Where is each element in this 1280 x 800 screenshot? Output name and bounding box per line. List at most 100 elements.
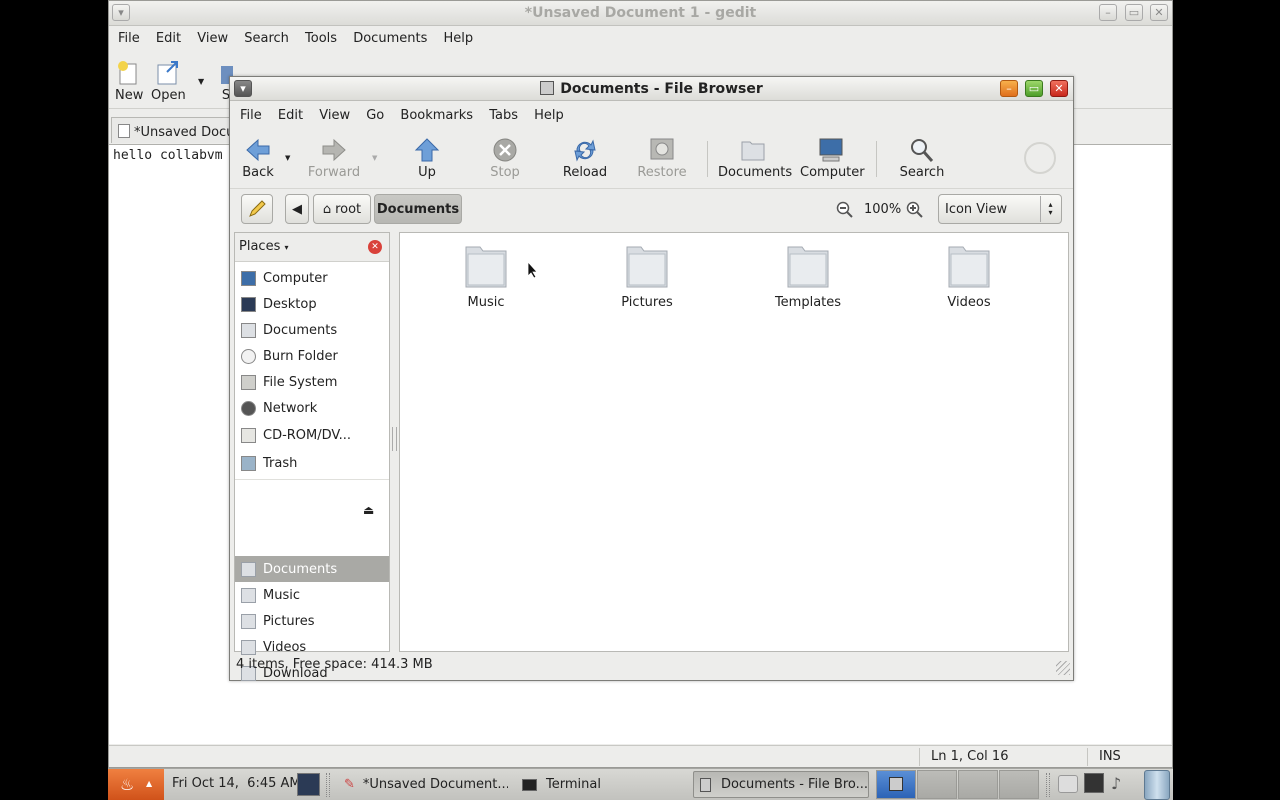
- back-history-arrow-icon[interactable]: ▼: [285, 154, 290, 162]
- task-terminal[interactable]: Terminal: [516, 771, 686, 798]
- close-icon[interactable]: ✕: [1150, 4, 1168, 21]
- new-document-icon: [118, 61, 137, 85]
- folder-icon: [948, 246, 990, 288]
- menu-help[interactable]: Help: [528, 104, 570, 123]
- menu-view[interactable]: View: [313, 104, 356, 123]
- computer-button[interactable]: Computer: [800, 137, 865, 180]
- open-button[interactable]: Open: [151, 60, 186, 103]
- workspace-1[interactable]: [876, 770, 916, 799]
- up-arrow-icon: [414, 138, 440, 162]
- documents-button[interactable]: Documents: [718, 137, 792, 180]
- insert-mode: INS: [1099, 749, 1121, 764]
- pane-splitter[interactable]: [392, 427, 397, 451]
- task-file-browser[interactable]: Documents - File Bro...: [693, 771, 869, 798]
- forward-arrow-icon: [322, 138, 346, 162]
- forward-button[interactable]: Forward: [306, 137, 362, 180]
- sidebar-item-computer[interactable]: Computer: [235, 265, 389, 291]
- document-tab[interactable]: *Unsaved Docum: [111, 117, 236, 143]
- dropdown-arrow-icon: ▾: [284, 243, 289, 252]
- start-menu-button[interactable]: ♨ ▲: [108, 769, 164, 800]
- folder-item-label: Templates: [774, 295, 842, 310]
- maximize-icon[interactable]: ▭: [1125, 4, 1143, 21]
- trash-icon: [241, 455, 256, 471]
- menu-file[interactable]: File: [230, 104, 268, 123]
- places-sidebar: Places ▾ ✕ Computer Desktop Documents Burn …: [234, 232, 390, 681]
- up-button[interactable]: Up: [412, 137, 442, 180]
- file-browser-title: Documents - File Browser: [560, 81, 763, 97]
- search-button[interactable]: Search: [898, 137, 946, 180]
- sidebar-item-file-system[interactable]: File System: [235, 369, 389, 395]
- file-browser-titlebar[interactable]: ▾ Documents - File Browser – ▭ ✕: [230, 77, 1073, 101]
- show-desktop-icon[interactable]: [297, 773, 320, 796]
- zoom-level[interactable]: 100%: [864, 202, 901, 217]
- menu-search[interactable]: Search: [238, 27, 295, 46]
- edit-location-button[interactable]: [241, 194, 273, 224]
- file-browser-status: 4 items, Free space: 414.3 MB: [236, 657, 433, 672]
- open-label: Open: [151, 88, 186, 103]
- stop-icon: [493, 138, 517, 162]
- sidebar-item-network[interactable]: Network: [235, 395, 389, 421]
- menu-tools[interactable]: Tools: [299, 27, 343, 46]
- folder-item-videos[interactable]: Videos: [909, 241, 1029, 310]
- sidebar-item-trash[interactable]: Trash: [235, 450, 389, 476]
- menu-help[interactable]: Help: [437, 27, 479, 46]
- menu-edit[interactable]: Edit: [150, 27, 187, 46]
- network-status-icon[interactable]: [1084, 773, 1104, 793]
- bookmark-item-music[interactable]: Music: [235, 582, 389, 608]
- sidebar-item-documents[interactable]: Documents: [235, 317, 389, 343]
- folder-item-templates[interactable]: Templates: [748, 241, 868, 310]
- resize-grip-icon[interactable]: [1056, 661, 1070, 675]
- folder-item-pictures[interactable]: Pictures: [587, 241, 707, 310]
- restore-button[interactable]: Restore: [636, 137, 688, 180]
- computer-icon: [819, 138, 843, 162]
- tray-separator: [1046, 773, 1050, 797]
- zoom-in-icon[interactable]: [906, 201, 924, 223]
- new-button[interactable]: New: [115, 60, 143, 103]
- close-icon[interactable]: ✕: [1050, 80, 1068, 97]
- minimize-icon[interactable]: –: [1000, 80, 1018, 97]
- bookmark-item-pictures[interactable]: Pictures: [235, 608, 389, 634]
- taskbar: ♨ ▲ Fri Oct 14, 6:45 AM ✎ *Unsaved Docume…: [108, 768, 1173, 800]
- path-left-arrow[interactable]: ◀: [285, 194, 309, 224]
- close-sidebar-icon[interactable]: ✕: [368, 240, 382, 254]
- menu-tabs[interactable]: Tabs: [483, 104, 524, 123]
- computer-icon: [241, 270, 256, 286]
- places-dropdown[interactable]: Places ▾: [239, 239, 289, 254]
- forward-history-arrow-icon[interactable]: ▼: [372, 154, 377, 162]
- menu-edit[interactable]: Edit: [272, 104, 309, 123]
- menu-bookmarks[interactable]: Bookmarks: [394, 104, 479, 123]
- sidebar-item-cd-rom-dv[interactable]: CD-ROM/DV...: [235, 422, 389, 448]
- minimize-icon[interactable]: –: [1099, 4, 1117, 21]
- menu-go[interactable]: Go: [360, 104, 390, 123]
- spin-arrows-icon: ▴ ▾: [1040, 196, 1060, 222]
- path-documents-button[interactable]: Documents: [374, 194, 462, 224]
- menu-file[interactable]: File: [109, 27, 146, 46]
- workspace-3[interactable]: [958, 770, 998, 799]
- printer-icon[interactable]: [1058, 775, 1078, 793]
- stop-button[interactable]: Stop: [488, 137, 522, 180]
- trash-icon[interactable]: [1144, 770, 1170, 800]
- eject-icon[interactable]: ⏏: [363, 503, 374, 517]
- sidebar-item-burn-folder[interactable]: Burn Folder: [235, 343, 389, 369]
- task-gedit[interactable]: ✎ *Unsaved Document...: [338, 771, 508, 798]
- menu-view[interactable]: View: [191, 27, 234, 46]
- back-button[interactable]: Back: [238, 137, 278, 180]
- menu-documents[interactable]: Documents: [347, 27, 433, 46]
- bookmark-item-documents[interactable]: Documents: [235, 556, 389, 582]
- icon-view[interactable]: Music Pictures Templates Videos: [399, 232, 1069, 652]
- zoom-out-icon[interactable]: [836, 201, 854, 223]
- workspace-4[interactable]: [999, 770, 1039, 799]
- maximize-icon[interactable]: ▭: [1025, 80, 1043, 97]
- open-recent-arrow-icon[interactable]: ▼: [198, 77, 204, 86]
- volume-icon[interactable]: ♪: [1111, 774, 1121, 793]
- view-mode-select[interactable]: Icon View ▴ ▾: [938, 194, 1062, 224]
- file-browser-toolbar: Back ▼ Forward ▼ Up Stop Reload Restore …: [230, 129, 1073, 189]
- workspace-2[interactable]: [917, 770, 957, 799]
- reload-button[interactable]: Reload: [562, 137, 608, 180]
- folder-icon: [241, 639, 256, 655]
- gedit-titlebar[interactable]: ▾ *Unsaved Document 1 - gedit – ▭ ✕: [109, 1, 1172, 26]
- clock[interactable]: Fri Oct 14, 6:45 AM: [172, 776, 301, 791]
- path-root-button[interactable]: ⌂ root: [313, 194, 371, 224]
- sidebar-item-desktop[interactable]: Desktop: [235, 291, 389, 317]
- task-file-browser-label: Documents - File Bro...: [720, 777, 868, 792]
